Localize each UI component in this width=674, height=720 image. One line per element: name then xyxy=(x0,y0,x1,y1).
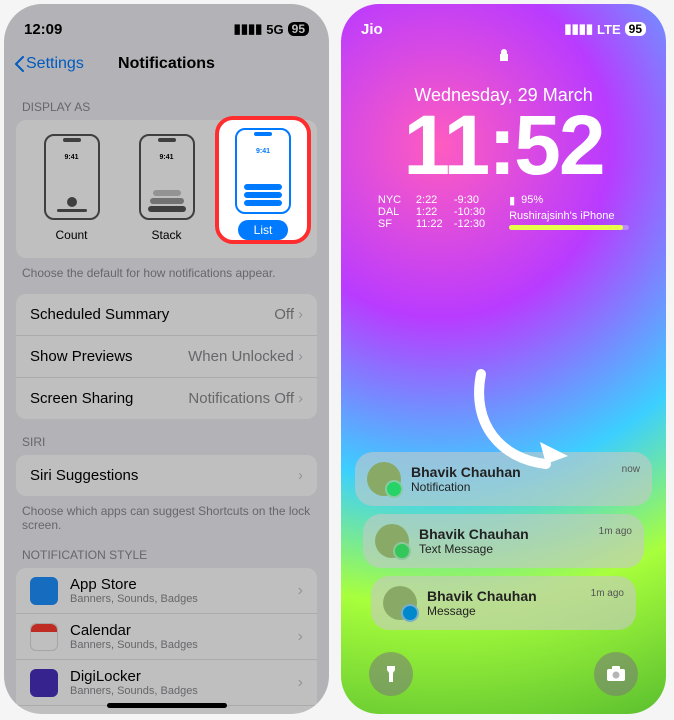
count-label: Count xyxy=(55,228,87,242)
lock-time: 11:52 xyxy=(341,106,666,186)
nav-bar: Settings Notifications xyxy=(4,44,329,84)
row-screen-sharing[interactable]: Screen Sharing Notifications Off› xyxy=(16,377,317,419)
page-title: Notifications xyxy=(4,55,329,73)
signal-icon: ▮▮▮▮ xyxy=(564,21,593,37)
style-label: NOTIFICATION STYLE xyxy=(4,532,329,568)
stack-label: Stack xyxy=(151,228,181,242)
calendar-icon xyxy=(30,623,58,651)
list-preview-icon: 9:41 xyxy=(235,128,291,214)
app-row-digilocker[interactable]: DigiLockerBanners, Sounds, Badges › xyxy=(16,659,317,705)
app-store-icon xyxy=(30,577,58,605)
siri-label: SIRI xyxy=(4,419,329,455)
siri-footer: Choose which apps can suggest Shortcuts … xyxy=(4,496,329,532)
chevron-right-icon: › xyxy=(298,582,303,600)
chevron-right-icon: › xyxy=(298,467,303,484)
chevron-right-icon: › xyxy=(298,628,303,646)
notification-item[interactable]: Bhavik Chauhan Message 1m ago xyxy=(371,576,636,630)
signal-icon: ▮▮▮▮ xyxy=(234,21,263,37)
display-as-label: DISPLAY AS xyxy=(4,84,329,120)
count-preview-icon: 9:41 xyxy=(44,134,100,220)
status-time: 12:09 xyxy=(24,21,62,38)
row-siri-suggestions[interactable]: Siri Suggestions › xyxy=(16,455,317,496)
camera-button[interactable] xyxy=(594,652,638,696)
avatar xyxy=(375,524,409,558)
app-row-appstore[interactable]: App StoreBanners, Sounds, Badges › xyxy=(16,568,317,613)
camera-icon xyxy=(606,666,626,682)
notification-item[interactable]: Bhavik Chauhan Text Message 1m ago xyxy=(363,514,644,568)
display-option-list[interactable]: 9:41 List xyxy=(215,116,311,244)
flashlight-icon xyxy=(383,664,399,684)
style-card: App StoreBanners, Sounds, Badges › Calen… xyxy=(16,568,317,714)
siri-card: Siri Suggestions › xyxy=(16,455,317,496)
battery-widget[interactable]: ▮ 95% Rushirajsinh's iPhone xyxy=(509,194,629,230)
battery-pill: 95 xyxy=(288,22,309,36)
display-as-card: 9:41 Count 9:41 Stack . 9:41 List xyxy=(16,120,317,258)
lock-screen: Jio ▮▮▮▮ LTE 95 Wednesday, 29 March 11:5… xyxy=(341,4,666,714)
avatar xyxy=(383,586,417,620)
settings-screen: 12:09 ▮▮▮▮ 5G 95 Settings Notifications … xyxy=(4,4,329,714)
chevron-right-icon: › xyxy=(298,306,303,323)
row-scheduled-summary[interactable]: Scheduled Summary Off› xyxy=(16,294,317,335)
stack-preview-icon: 9:41 xyxy=(139,134,195,220)
row-show-previews[interactable]: Show Previews When Unlocked› xyxy=(16,335,317,377)
status-bar: Jio ▮▮▮▮ LTE 95 xyxy=(341,4,666,44)
battery-icon: ▮ xyxy=(509,194,515,207)
annotation-arrow-icon xyxy=(461,364,571,484)
chevron-right-icon: › xyxy=(298,348,303,365)
chevron-right-icon: › xyxy=(298,390,303,407)
battery-bar xyxy=(509,225,629,230)
list-label: List xyxy=(238,220,289,240)
status-bar: 12:09 ▮▮▮▮ 5G 95 xyxy=(4,4,329,44)
notification-prefs-card: Scheduled Summary Off› Show Previews Whe… xyxy=(16,294,317,419)
chevron-right-icon: › xyxy=(298,674,303,692)
lock-widgets[interactable]: NYC2:22-9:30 DAL1:22-10:30 SF11:22-12:30… xyxy=(341,194,666,230)
lock-icon xyxy=(341,48,666,65)
home-indicator[interactable] xyxy=(107,703,227,708)
network-label: 5G xyxy=(266,22,283,37)
world-clock-widget[interactable]: NYC2:22-9:30 DAL1:22-10:30 SF11:22-12:30 xyxy=(378,194,485,230)
display-option-stack[interactable]: 9:41 Stack xyxy=(139,134,195,242)
display-option-count[interactable]: 9:41 Count xyxy=(44,134,100,242)
flashlight-button[interactable] xyxy=(369,652,413,696)
display-as-footer: Choose the default for how notifications… xyxy=(4,258,329,280)
battery-pill: 95 xyxy=(625,22,646,36)
digilocker-icon xyxy=(30,669,58,697)
network-label: LTE xyxy=(597,22,621,37)
avatar xyxy=(367,462,401,496)
app-row-calendar[interactable]: CalendarBanners, Sounds, Badges › xyxy=(16,613,317,659)
carrier-label: Jio xyxy=(361,21,383,38)
